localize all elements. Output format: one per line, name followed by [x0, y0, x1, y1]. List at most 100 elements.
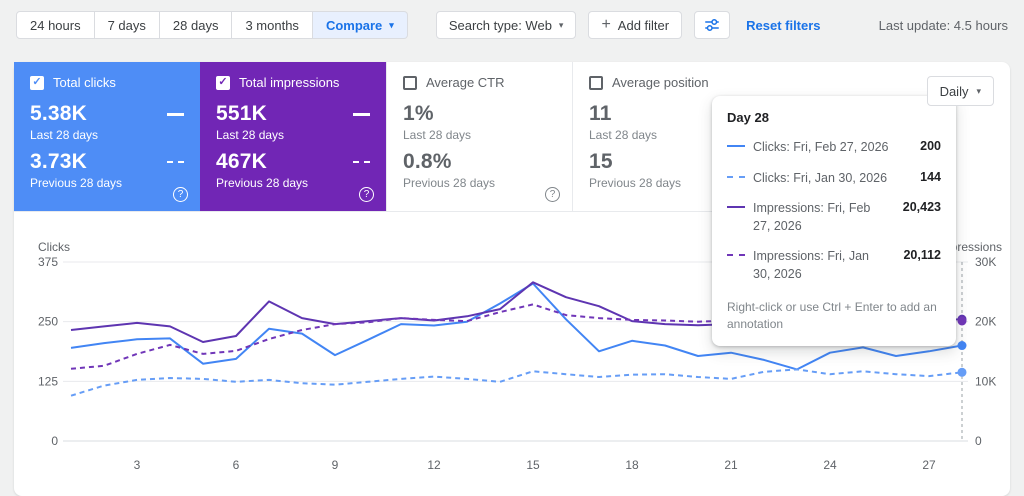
card-primary-label: Last 28 days [30, 128, 184, 142]
checkbox-total-impressions[interactable]: ✓ [216, 76, 230, 90]
check-icon: ✓ [32, 77, 41, 88]
dashed-line-indicator [353, 161, 370, 163]
right-axis-tick: 30K [975, 255, 996, 269]
tooltip-row-label: Impressions: Fri, Jan 30, 2026 [753, 248, 889, 283]
check-icon: ✓ [218, 77, 227, 88]
card-header: ✓ Average CTR [403, 75, 556, 90]
x-axis-tick: 21 [724, 458, 738, 472]
toolbar: 24 hours 7 days 28 days 3 months Compare… [0, 0, 1024, 50]
card-primary-value: 5.38K [30, 102, 87, 126]
date-range-group: 24 hours 7 days 28 days 3 months Compare… [16, 11, 408, 39]
series-swatch-clicks-dashed [727, 176, 745, 178]
card-primary-label: Last 28 days [216, 128, 370, 142]
performance-panel: ✓ Total clicks 5.38K Last 28 days 3.73K … [14, 62, 1010, 496]
card-header: ✓ Average position [589, 75, 742, 90]
solid-line-indicator [353, 113, 370, 116]
x-axis-tick: 3 [134, 458, 141, 472]
x-axis-tick: 9 [332, 458, 339, 472]
search-type-label: Search type: Web [449, 18, 552, 33]
series-swatch-impressions-dashed [727, 254, 745, 256]
x-axis-tick: 18 [625, 458, 639, 472]
card-header: ✓ Total clicks [30, 75, 184, 90]
card-secondary-value: 0.8% [403, 150, 452, 174]
tooltip-row: Clicks: Fri, Feb 27, 2026 200 [727, 139, 941, 157]
tooltip-row-label: Impressions: Fri, Feb 27, 2026 [753, 200, 889, 235]
tooltip-row: Clicks: Fri, Jan 30, 2026 144 [727, 170, 941, 188]
left-axis-tick: 250 [38, 315, 58, 329]
chevron-down-icon: ▾ [389, 21, 394, 30]
right-axis-tick: 10K [975, 374, 996, 388]
checkbox-average-ctr[interactable]: ✓ [403, 76, 417, 90]
card-primary-value: 11 [589, 102, 612, 126]
range-3-months[interactable]: 3 months [232, 11, 312, 39]
filter-tune-button[interactable] [694, 11, 730, 39]
card-primary-value: 551K [216, 102, 267, 126]
x-axis-tick: 6 [233, 458, 240, 472]
chevron-down-icon: ▾ [976, 87, 981, 96]
left-axis-tick: 375 [38, 255, 58, 269]
x-axis-tick: 24 [823, 458, 837, 472]
tooltip-title: Day 28 [727, 110, 941, 125]
tooltip-row: Impressions: Fri, Feb 27, 2026 20,423 [727, 200, 941, 235]
range-7-days[interactable]: 7 days [95, 11, 160, 39]
chevron-down-icon: ▾ [559, 21, 564, 30]
cursor-dot [958, 316, 967, 325]
dashed-line-indicator [167, 161, 184, 163]
card-average-ctr[interactable]: ✓ Average CTR 1% Last 28 days 0.8% Previ… [386, 62, 572, 212]
cursor-dot [958, 341, 967, 350]
tune-icon [703, 16, 721, 34]
compare-label: Compare [326, 18, 382, 33]
tooltip-row-value: 200 [920, 139, 941, 153]
card-secondary-label: Previous 28 days [216, 176, 370, 190]
card-title: Total impressions [239, 75, 339, 90]
help-icon[interactable]: ? [545, 187, 560, 202]
card-title: Average CTR [426, 75, 505, 90]
range-24-hours[interactable]: 24 hours [16, 11, 95, 39]
card-secondary-value: 467K [216, 150, 267, 174]
checkbox-total-clicks[interactable]: ✓ [30, 76, 44, 90]
series-swatch-clicks-solid [727, 145, 745, 147]
plus-icon: + [601, 17, 610, 33]
checkbox-average-position[interactable]: ✓ [589, 76, 603, 90]
tooltip-row-value: 144 [920, 170, 941, 184]
search-type-dropdown[interactable]: Search type: Web ▾ [436, 11, 577, 39]
reset-filters-link[interactable]: Reset filters [746, 18, 820, 33]
card-primary-value: 1% [403, 102, 434, 126]
add-filter-label: Add filter [618, 18, 669, 33]
chart-tooltip: Day 28 Clicks: Fri, Feb 27, 2026 200 Cli… [712, 96, 956, 346]
chart-series-1 [71, 369, 962, 395]
granularity-label: Daily [940, 84, 969, 99]
tooltip-row-label: Clicks: Fri, Jan 30, 2026 [753, 170, 906, 188]
card-total-impressions[interactable]: ✓ Total impressions 551K Last 28 days 46… [200, 62, 386, 212]
left-axis-tick: 125 [38, 374, 58, 388]
tooltip-row-label: Clicks: Fri, Feb 27, 2026 [753, 139, 906, 157]
x-axis-tick: 27 [922, 458, 936, 472]
tooltip-row: Impressions: Fri, Jan 30, 2026 20,112 [727, 248, 941, 283]
card-title: Average position [612, 75, 709, 90]
granularity-dropdown[interactable]: Daily ▾ [927, 76, 994, 106]
card-secondary-value: 15 [589, 150, 613, 174]
last-update-text: Last update: 4.5 hours [879, 18, 1008, 33]
card-primary-label: Last 28 days [403, 128, 556, 142]
card-secondary-value: 3.73K [30, 150, 87, 174]
help-icon[interactable]: ? [359, 187, 374, 202]
range-28-days[interactable]: 28 days [160, 11, 233, 39]
right-axis-tick: 0 [975, 434, 982, 448]
x-axis-tick: 12 [427, 458, 441, 472]
x-axis-tick: 15 [526, 458, 540, 472]
card-header: ✓ Total impressions [216, 75, 370, 90]
add-filter-button[interactable]: + Add filter [588, 11, 682, 39]
tooltip-row-value: 20,112 [903, 248, 941, 262]
card-secondary-label: Previous 28 days [30, 176, 184, 190]
tooltip-row-value: 20,423 [903, 200, 941, 214]
cursor-dot [958, 368, 967, 377]
solid-line-indicator [167, 113, 184, 116]
right-axis-tick: 20K [975, 315, 996, 329]
card-secondary-label: Previous 28 days [403, 176, 556, 190]
help-icon[interactable]: ? [173, 187, 188, 202]
card-title: Total clicks [53, 75, 116, 90]
card-total-clicks[interactable]: ✓ Total clicks 5.38K Last 28 days 3.73K … [14, 62, 200, 212]
series-swatch-impressions-solid [727, 206, 745, 208]
range-compare[interactable]: Compare ▾ [313, 11, 408, 39]
annotation-hint: Right-click or use Ctrl + Enter to add a… [727, 299, 941, 334]
